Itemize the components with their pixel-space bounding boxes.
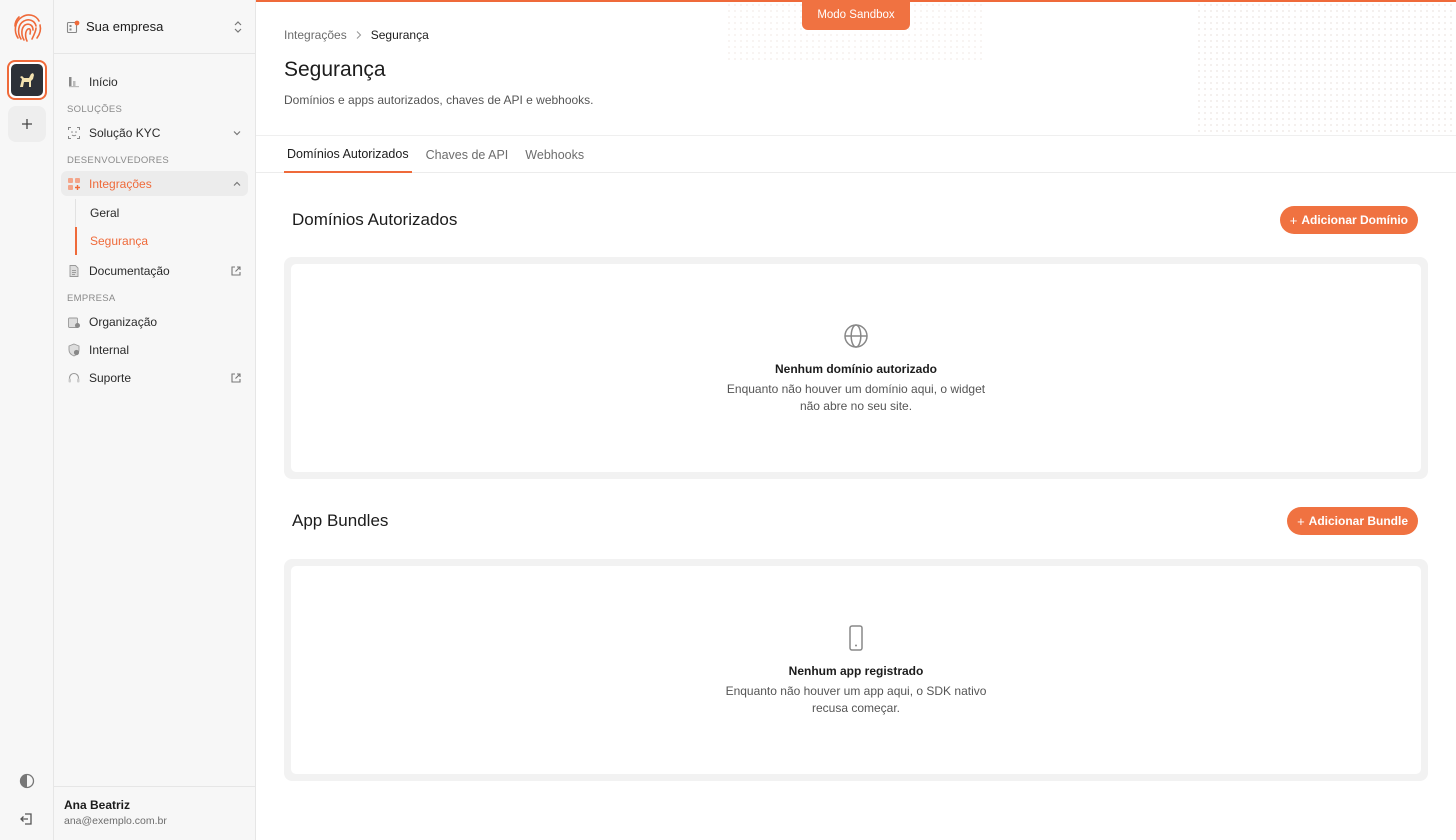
user-email: ana@exemplo.com.br (64, 815, 167, 827)
add-domain-button[interactable]: + Adicionar Domínio (1279, 206, 1418, 234)
bundles-empty-state: Nenhum app registrado Enquanto não houve… (291, 566, 1421, 774)
add-domain-label: Adicionar Domínio (1301, 213, 1408, 227)
user-profile[interactable]: Ana Beatriz ana@exemplo.com.br (54, 786, 255, 840)
domains-section-header: Domínios Autorizados + Adicionar Domínio (292, 206, 1418, 234)
domains-heading: Domínios Autorizados (292, 210, 458, 229)
section-title-solutions: SOLUÇÕES (67, 104, 123, 115)
smartphone-icon (849, 624, 863, 651)
sidebar-item-integrations[interactable]: Integrações (61, 171, 248, 196)
breadcrumb-current: Segurança (370, 28, 429, 42)
page-subtitle: Domínios e apps autorizados, chaves de A… (284, 93, 594, 107)
llama-icon (11, 64, 43, 96)
integrations-icon (68, 177, 80, 190)
section-title-company: EMPRESA (67, 293, 116, 304)
plus-icon (22, 119, 32, 129)
sidebar-item-label: Solução KYC (89, 125, 161, 140)
external-link-icon (231, 372, 241, 383)
sidebar-subitem-general[interactable]: Geral (76, 199, 248, 227)
fingerprint-logo-icon[interactable] (10, 10, 44, 44)
sidebar-item-kyc[interactable]: Solução KYC (61, 120, 248, 145)
add-workspace-button[interactable] (8, 106, 46, 142)
sidebar-item-docs[interactable]: Documentação (61, 258, 248, 283)
logout-icon[interactable] (18, 810, 36, 828)
bundles-heading: App Bundles (292, 511, 389, 530)
chevron-down-icon (233, 130, 241, 135)
tab-authorized-domains[interactable]: Domínios Autorizados (284, 136, 412, 173)
building-icon (66, 20, 80, 33)
chevron-right-icon (356, 31, 361, 39)
breadcrumb-parent-link[interactable]: Integrações (284, 28, 347, 42)
domains-empty-description: Enquanto não houver um domínio aqui, o w… (726, 381, 986, 413)
domains-panel: Nenhum domínio autorizado Enquanto não h… (284, 257, 1428, 479)
plus-icon: + (1289, 212, 1298, 228)
breadcrumb: Integrações Segurança (284, 28, 429, 42)
document-icon (69, 264, 79, 277)
domains-empty-state: Nenhum domínio autorizado Enquanto não h… (291, 264, 1421, 472)
app-root: Sua empresa Início SOLUÇÕES Solução KYC … (0, 0, 1456, 840)
tab-webhooks[interactable]: Webhooks (522, 136, 587, 173)
face-scan-icon (68, 126, 80, 139)
chevron-up-icon (233, 181, 241, 186)
add-bundle-button[interactable]: + Adicionar Bundle (1287, 507, 1418, 535)
main-content: Modo Sandbox Integrações Segurança Segur… (256, 0, 1456, 840)
sidebar-item-label: Organização (89, 314, 158, 329)
headset-icon (68, 372, 80, 382)
sidebar: Sua empresa Início SOLUÇÕES Solução KYC … (54, 0, 256, 840)
sidebar-item-label: Início (89, 74, 118, 89)
plus-icon: + (1297, 513, 1305, 529)
sidebar-item-internal[interactable]: Internal (61, 337, 248, 362)
sidebar-nav: Início SOLUÇÕES Solução KYC DESENVOLVEDO… (54, 54, 255, 390)
sandbox-mode-badge: Modo Sandbox (802, 0, 910, 30)
sidebar-item-label: Integrações (89, 176, 152, 191)
add-bundle-label: Adicionar Bundle (1308, 514, 1408, 528)
page-title: Segurança (284, 58, 386, 81)
bundles-empty-description: Enquanto não houver um app aqui, o SDK n… (725, 683, 987, 715)
shield-globe-icon (68, 343, 80, 356)
company-name: Sua empresa (86, 19, 164, 34)
organization-icon (68, 317, 80, 328)
external-link-icon (231, 265, 241, 276)
sidebar-item-organization[interactable]: Organização (61, 309, 248, 334)
chevron-updown-icon (234, 20, 242, 33)
sidebar-subitem-security[interactable]: Segurança (75, 227, 248, 255)
tabs-bar: Domínios Autorizados Chaves de API Webho… (256, 135, 1456, 173)
user-name: Ana Beatriz (64, 798, 131, 812)
tabs: Domínios Autorizados Chaves de API Webho… (284, 136, 598, 173)
domains-empty-title: Nenhum domínio autorizado (775, 361, 937, 376)
sidebar-item-home[interactable]: Início (61, 69, 248, 94)
sidebar-item-label: Internal (89, 342, 130, 357)
bundles-section-header: App Bundles + Adicionar Bundle (292, 507, 1418, 535)
decorative-dot-pattern (1196, 2, 1456, 132)
integrations-subnav: Geral Segurança (75, 199, 248, 255)
globe-icon (844, 323, 868, 348)
theme-toggle-icon[interactable] (18, 772, 36, 790)
workspace-rail (0, 0, 54, 840)
bundles-panel: Nenhum app registrado Enquanto não houve… (284, 559, 1428, 781)
sidebar-item-label: Suporte (89, 370, 132, 385)
sidebar-item-label: Documentação (89, 263, 170, 278)
bundles-empty-title: Nenhum app registrado (788, 663, 924, 678)
tab-api-keys[interactable]: Chaves de API (423, 136, 512, 173)
bar-chart-icon (69, 76, 79, 87)
sidebar-item-support[interactable]: Suporte (61, 365, 248, 390)
section-title-developers: DESENVOLVEDORES (67, 155, 169, 166)
company-switcher[interactable]: Sua empresa (54, 0, 255, 54)
workspace-avatar[interactable] (7, 60, 47, 100)
